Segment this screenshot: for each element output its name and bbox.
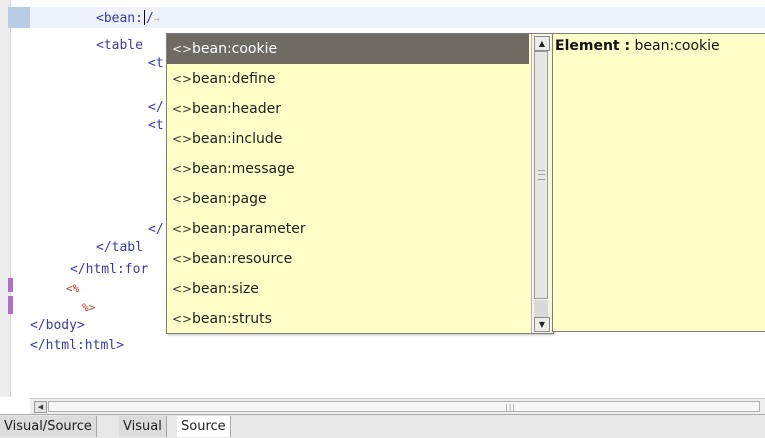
completion-item[interactable]: <> bean:parameter: [167, 214, 529, 244]
grip-icon: [538, 170, 545, 180]
completion-scrollbar[interactable]: ▲ ▼: [531, 34, 552, 333]
tag-icon: <>: [172, 42, 193, 56]
horizontal-scrollbar[interactable]: ◀ |||: [30, 398, 765, 414]
code-line-3[interactable]: <t: [148, 56, 164, 72]
info-label: Element :: [555, 38, 631, 54]
scroll-left-icon[interactable]: ◀: [34, 401, 47, 413]
code-text: /: [145, 11, 154, 26]
editor-tab-bar: Visual/Source Visual Source: [0, 414, 765, 438]
tag-icon: <>: [172, 132, 193, 146]
completion-item-label: bean:resource: [192, 251, 293, 267]
change-marker: [8, 278, 13, 292]
left-ruler: [0, 0, 11, 397]
code-line-9[interactable]: <%: [66, 281, 79, 297]
completion-item[interactable]: <> bean:struts: [167, 304, 529, 334]
code-line-7[interactable]: </tabl: [96, 240, 143, 256]
element-info: Element : bean:cookie: [555, 38, 720, 54]
info-value: bean:cookie: [634, 38, 720, 54]
code-line-8[interactable]: </html:for: [70, 262, 148, 278]
completion-item[interactable]: <> bean:resource: [167, 244, 529, 274]
scroll-track[interactable]: [534, 300, 548, 318]
current-line-marker: [8, 7, 30, 28]
tag-icon: <>: [172, 72, 193, 86]
completion-item-label: bean:message: [192, 161, 295, 177]
completion-item-label: bean:cookie: [192, 41, 278, 57]
code-line-10[interactable]: %>: [82, 300, 95, 316]
tag-icon: <>: [172, 222, 193, 236]
scroll-up-icon[interactable]: ▲: [534, 36, 550, 51]
completion-item-label: bean:page: [192, 191, 267, 207]
completion-item-label: bean:header: [192, 101, 281, 117]
tag-icon: <>: [172, 102, 193, 116]
scroll-thumb[interactable]: [534, 51, 548, 299]
text-caret: [143, 10, 145, 25]
code-text: <bean:: [96, 11, 143, 26]
completion-item[interactable]: <> bean:define: [167, 64, 529, 94]
completion-item[interactable]: <> bean:page: [167, 184, 529, 214]
completion-item-label: bean:include: [192, 131, 283, 147]
horizontal-scroll-thumb[interactable]: |||: [48, 401, 760, 412]
completion-item-label: bean:size: [192, 281, 259, 297]
completion-item-label: bean:struts: [192, 311, 272, 327]
ghost-hint: →: [153, 14, 160, 25]
completion-list[interactable]: <> bean:cookie <> bean:define <> bean:he…: [167, 34, 529, 333]
code-line-2[interactable]: <table: [96, 38, 143, 54]
tag-icon: <>: [172, 192, 193, 206]
tab-source[interactable]: Source: [177, 416, 231, 437]
completion-item[interactable]: <> bean:message: [167, 154, 529, 184]
grip-icon: |||: [505, 403, 517, 412]
code-line-1[interactable]: <bean:/→: [96, 10, 160, 28]
tag-icon: <>: [172, 282, 193, 296]
code-line-6[interactable]: </: [148, 222, 164, 238]
tab-visual[interactable]: Visual: [119, 416, 167, 437]
completion-item[interactable]: <> bean:cookie: [167, 34, 529, 64]
scroll-down-icon[interactable]: ▼: [534, 317, 550, 332]
tag-icon: <>: [172, 312, 193, 326]
tab-visual-source[interactable]: Visual/Source: [0, 416, 97, 437]
completion-item-label: bean:define: [192, 71, 276, 87]
code-line-12[interactable]: </html:html>: [30, 338, 124, 354]
completion-item-label: bean:parameter: [192, 221, 306, 237]
completion-item[interactable]: <> bean:size: [167, 274, 529, 304]
code-line-5[interactable]: <t: [148, 118, 164, 134]
completion-item[interactable]: <> bean:header: [167, 94, 529, 124]
element-info-panel: Element : bean:cookie: [552, 33, 765, 332]
completion-item[interactable]: <> bean:include: [167, 124, 529, 154]
tag-icon: <>: [172, 252, 193, 266]
tag-icon: <>: [172, 162, 193, 176]
code-line-4[interactable]: </: [148, 100, 164, 116]
change-marker: [8, 296, 13, 314]
content-assist-popup[interactable]: <> bean:cookie <> bean:define <> bean:he…: [166, 33, 554, 334]
code-line-11[interactable]: </body>: [30, 318, 85, 334]
